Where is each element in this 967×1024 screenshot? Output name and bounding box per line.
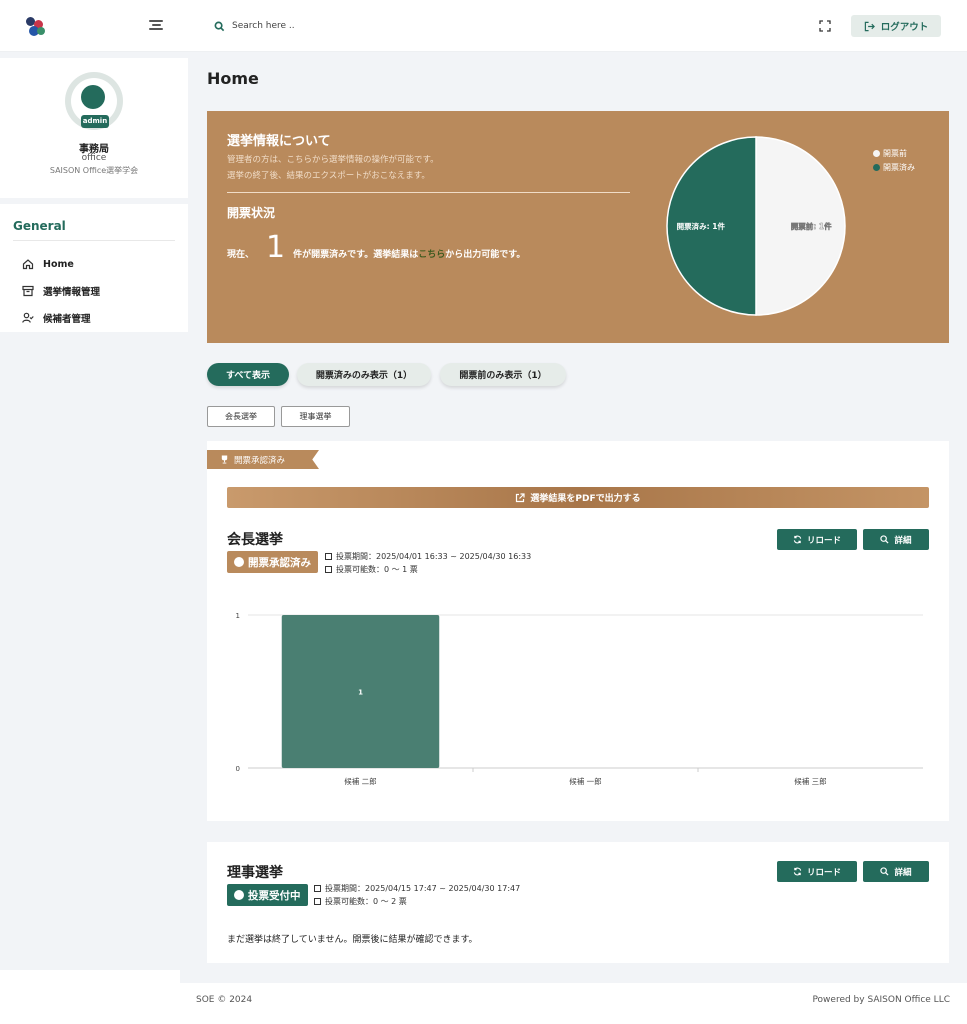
x-tick-label: 候補 二郎	[344, 776, 376, 786]
tag-director-election[interactable]: 理事選挙	[281, 406, 350, 427]
app-logo[interactable]	[26, 16, 48, 38]
refresh-icon	[793, 867, 802, 876]
sidebar-nav: General Home 選挙情報管理 候補者管理	[0, 204, 188, 332]
pie-legend: 開票前 開票済み	[873, 148, 915, 176]
zoom-icon	[880, 867, 890, 876]
sidebar-footer	[0, 970, 180, 1024]
profile-card: admin 事務局 office SAISON Office選挙学会	[0, 58, 188, 198]
reload-button[interactable]: リロード	[777, 861, 857, 882]
detail-button[interactable]: 詳細	[863, 861, 929, 882]
logout-button[interactable]: ログアウト	[851, 15, 941, 37]
legend-item-opened: 開票済み	[873, 162, 915, 173]
filter-all-button[interactable]: すべて表示	[207, 363, 289, 386]
tag-president-election[interactable]: 会長選挙	[207, 406, 275, 427]
info-description-1: 管理者の方は、こちらから選挙情報の操作が可能です。	[227, 155, 439, 165]
status-middle: 件が開票済みです。選挙結果は	[293, 250, 419, 260]
home-icon	[22, 259, 34, 270]
topbar: ログアウト	[188, 0, 967, 52]
page-title: Home	[207, 69, 259, 88]
y-tick-label: 0	[236, 765, 240, 773]
info-heading: 選挙情報について	[227, 134, 331, 149]
election-info-panel: 選挙情報について 管理者の方は、こちらから選挙情報の操作が可能です。 選挙の終了…	[207, 111, 949, 343]
info-divider	[227, 192, 630, 193]
profile-role: office	[81, 153, 107, 163]
filter-unopened-button[interactable]: 開票前のみ表示（1）	[440, 363, 566, 386]
filter-opened-button[interactable]: 開票済みのみ表示（1）	[297, 363, 431, 386]
reload-label: リロード	[806, 867, 841, 878]
footer-powered-by: Powered by SAISON Office LLC	[812, 995, 950, 1005]
status-badge-label: 投票受付中	[248, 889, 301, 902]
pie-label-1: 開票済み: 1件	[677, 221, 726, 231]
play-circle-icon	[234, 890, 244, 900]
bar-data-label: 1	[358, 689, 363, 697]
info-description-2: 選挙の終了後、結果のエクスポートがおこなえます。	[227, 171, 430, 181]
opening-status-pie-chart: 開票前: 1件 開票済み: 1件	[666, 136, 846, 316]
election-meta: 投票期間：2025/04/15 17:47 ~ 2025/04/30 17:47…	[314, 882, 520, 908]
voting-period: 投票期間：2025/04/15 17:47 ~ 2025/04/30 17:47	[314, 882, 520, 895]
sidebar: admin 事務局 office SAISON Office選挙学会 Gener…	[0, 0, 188, 1024]
status-suffix: から出力可能です。	[445, 250, 526, 260]
menu-toggle-icon[interactable]	[149, 20, 163, 32]
election-card-president: 開票承認済み 選挙結果をPDFで出力する 会長選挙 開票承認済み 投票期間：20…	[207, 441, 949, 821]
y-tick-label: 1	[236, 612, 240, 620]
search-icon	[214, 21, 225, 32]
logout-icon	[864, 21, 875, 31]
status-heading: 開票状況	[227, 206, 276, 220]
sidebar-header	[0, 0, 188, 52]
vote-limit: 投票可能数：0 〜 2 票	[314, 895, 520, 908]
logout-label: ログアウト	[880, 22, 929, 33]
x-tick-label: 候補 三郎	[794, 776, 826, 786]
sidebar-item-elections[interactable]: 選挙情報管理	[22, 282, 100, 300]
profile-org: SAISON Office選挙学会	[49, 166, 139, 175]
legend-item-unopened: 開票前	[873, 148, 915, 159]
export-link[interactable]: こちら	[418, 247, 445, 263]
status-badge: 投票受付中	[227, 884, 308, 906]
admin-badge: admin	[81, 115, 109, 128]
election-title: 理事選挙	[227, 865, 283, 881]
footer-copyright: SOE © 2024	[196, 995, 253, 1005]
opened-count: 1	[266, 230, 286, 265]
footer: SOE © 2024 Powered by SAISON Office LLC	[180, 983, 967, 1024]
status-text: 現在、 1 件が開票済みです。選挙結果は こちら から出力可能です。	[227, 233, 525, 263]
pie-label-0: 開票前: 1件	[791, 221, 832, 231]
user-check-icon	[22, 312, 34, 323]
nav-heading: General	[13, 219, 66, 233]
not-finished-message: まだ選挙は終了していません。開票後に結果が確認できます。	[227, 935, 478, 945]
sidebar-item-label: 選挙情報管理	[43, 287, 101, 298]
search-input[interactable]	[232, 16, 432, 36]
sidebar-item-label: 候補者管理	[43, 314, 91, 325]
sidebar-item-label: Home	[43, 258, 74, 270]
status-prefix: 現在、	[227, 250, 255, 260]
detail-label: 詳細	[894, 867, 912, 878]
election-card-director: 理事選挙 投票受付中 投票期間：2025/04/15 17:47 ~ 2025/…	[207, 842, 949, 963]
nav-divider	[13, 240, 175, 241]
archive-icon	[22, 285, 34, 297]
fullscreen-icon[interactable]	[819, 20, 831, 32]
sidebar-item-candidates[interactable]: 候補者管理	[22, 309, 91, 327]
x-tick-label: 候補 一郎	[569, 776, 601, 786]
sidebar-item-home[interactable]: Home	[22, 255, 74, 273]
vote-result-bar-chart: 0 1 1 候補 二郎 候補 一郎 候補 三郎	[236, 612, 923, 786]
